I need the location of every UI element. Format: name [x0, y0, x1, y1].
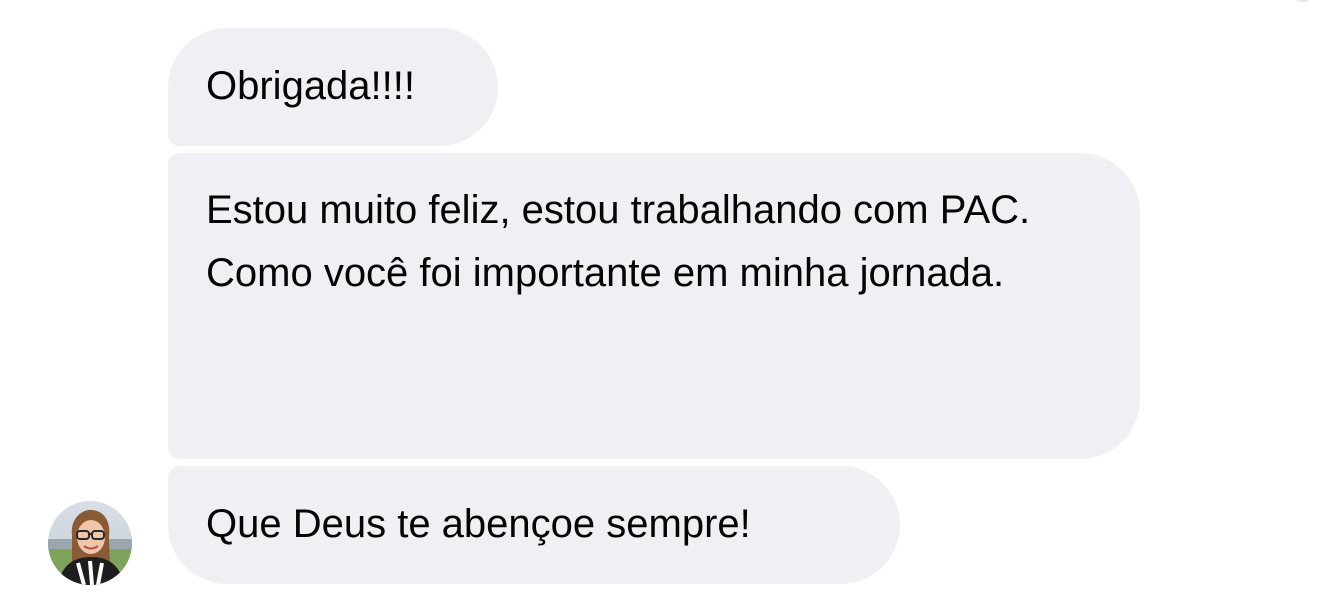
message-text: Estou muito feliz, estou trabalhando com…: [206, 188, 1031, 232]
message-bubble[interactable]: Que Deus te abençoe sempre!: [168, 466, 900, 584]
message-text: Obrigada!!!!: [206, 64, 416, 108]
profile-photo-avatar-icon: [48, 501, 132, 585]
message-thread: Obrigada!!!! Estou muito feliz, estou tr…: [0, 0, 1320, 608]
sender-avatar[interactable]: [48, 501, 132, 585]
scroll-indicator: [1296, 0, 1310, 2]
message-bubble[interactable]: Estou muito feliz, estou trabalhando com…: [168, 153, 1140, 459]
message-bubble[interactable]: Obrigada!!!!: [168, 28, 498, 146]
message-text: Como você foi importante em minha jornad…: [206, 251, 1005, 295]
message-text: Que Deus te abençoe sempre!: [206, 502, 751, 546]
